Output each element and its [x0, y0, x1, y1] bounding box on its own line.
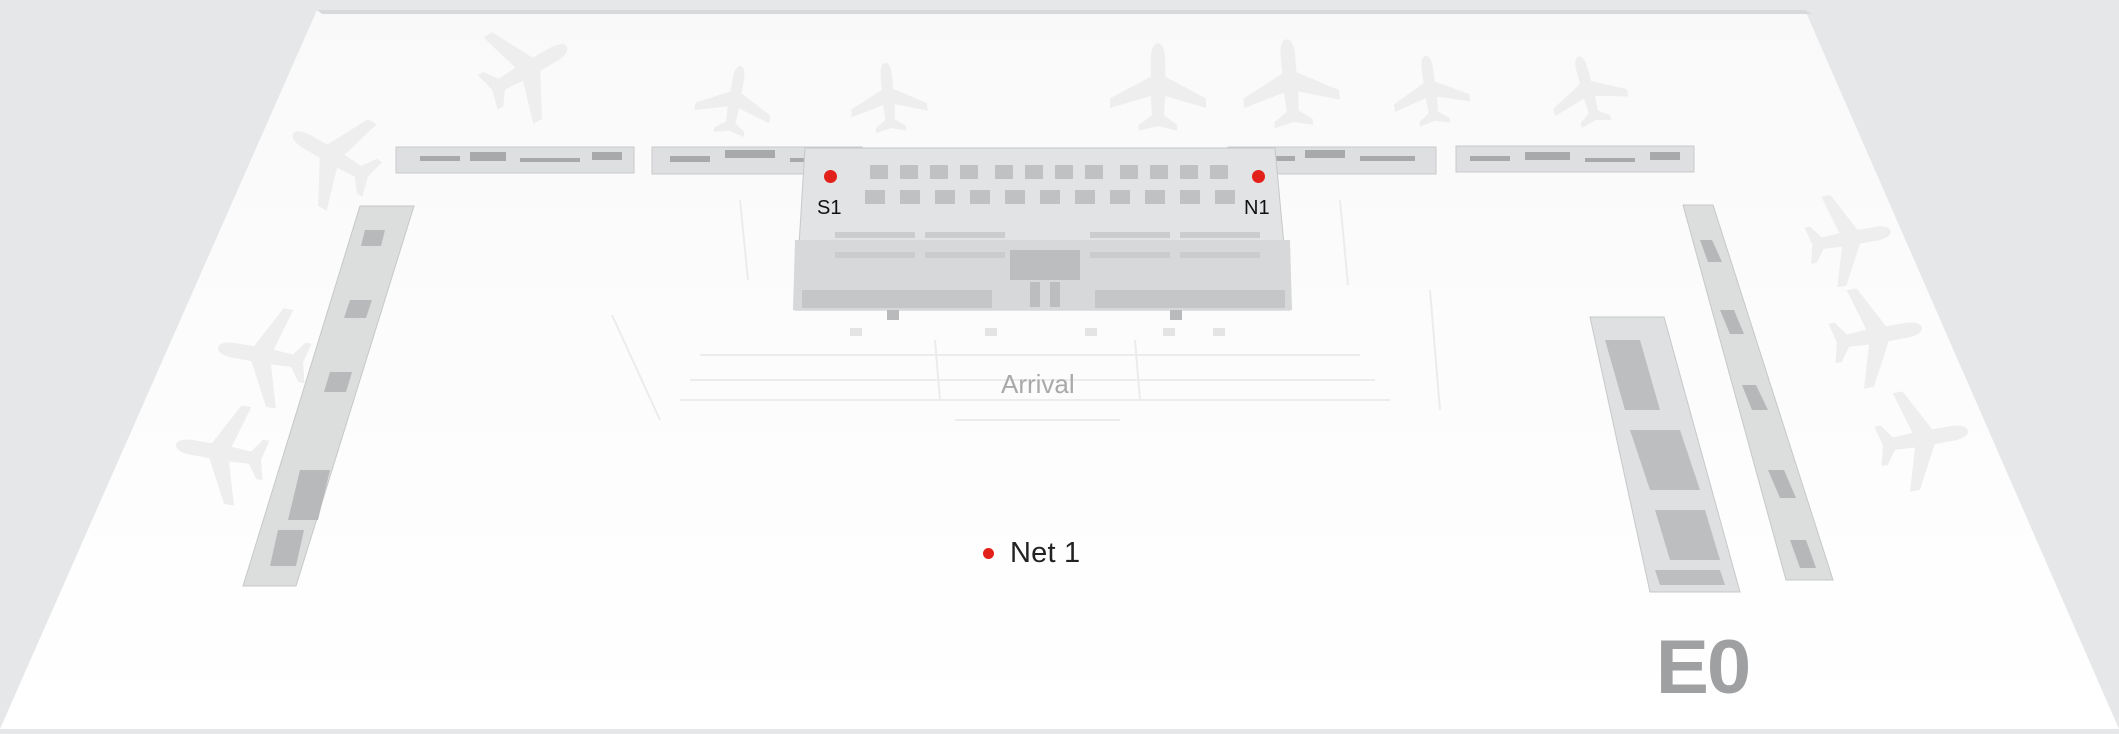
legend: Net 1	[983, 537, 1080, 570]
area-label-arrival: Arrival	[1001, 369, 1075, 399]
marker-s1-label: S1	[817, 197, 842, 219]
legend-item-net1[interactable]: Net 1	[1010, 537, 1080, 570]
marker-n1-dot[interactable]	[1252, 170, 1265, 183]
legend-dot-icon	[983, 548, 994, 559]
marker-n1-label: N1	[1244, 197, 1270, 219]
marker-s1-dot[interactable]	[824, 170, 837, 183]
terminal-map: S1 N1 Arrival Net 1 E0	[0, 0, 2119, 729]
central-terminal	[793, 147, 1292, 320]
map-floor-svg	[0, 3, 2119, 729]
level-label: E0	[1655, 625, 1752, 710]
